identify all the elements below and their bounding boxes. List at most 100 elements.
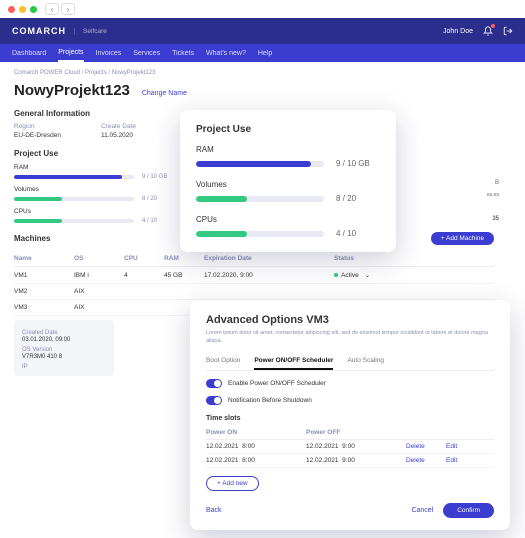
col-cpu[interactable]: CPU [124, 255, 164, 262]
pu-ram-value: 9 / 10 GB [142, 174, 167, 180]
notification-dot-icon [491, 24, 495, 28]
toggle-enable-scheduler-label: Enable Power ON/OFF Scheduler [228, 380, 326, 387]
ts-edit-link[interactable]: Edit [446, 457, 476, 464]
add-machine-button[interactable]: + Add Machine [431, 232, 494, 245]
timeslot-row: 12.02.2021 8:00 12.02.2021 9:00 Delete E… [206, 440, 494, 454]
region-label: Region [14, 123, 61, 130]
detail-ip-h: IP [22, 364, 106, 370]
cell-os: IBM i [74, 272, 124, 279]
cell-name: VM3 [14, 304, 74, 311]
ts-delete-link[interactable]: Delete [406, 457, 446, 464]
mac-close-icon[interactable] [8, 6, 15, 13]
created-label: Create Date [101, 123, 136, 130]
cell-os: AIX [74, 288, 124, 295]
ts-col-off: Power OFF [306, 429, 406, 436]
col-ram[interactable]: RAM [164, 255, 204, 262]
page-title: NowyProjekt123 [14, 82, 130, 99]
nav-tickets[interactable]: Tickets [172, 46, 194, 61]
pu-card-vol-bar [196, 196, 324, 202]
crumb-projects[interactable]: Projects [85, 70, 107, 76]
pu-card-cpu-value: 4 / 10 [336, 229, 356, 238]
toggle-notification[interactable] [206, 396, 222, 405]
pu-card-ram-label: RAM [196, 145, 380, 154]
pu-card-ram-bar [196, 161, 324, 167]
cell-os: AIX [74, 304, 124, 311]
pu-card-vol-label: Volumes [196, 180, 380, 189]
breadcrumb: Comarch POWER Cloud / Projects / NowyPro… [14, 70, 511, 76]
pu-card-title: Project Use [196, 124, 380, 135]
adv-tabs: Boot Option Power ON/OFF Scheduler Auto … [206, 353, 494, 371]
table-row[interactable]: VM2 AIX [14, 284, 494, 300]
col-exp[interactable]: Expiration Date [204, 255, 264, 262]
pu-card-ram-value: 9 / 10 GB [336, 159, 370, 168]
main-nav: Dashboard Projects Invoices Services Tic… [0, 44, 525, 62]
tab-power-scheduler[interactable]: Power ON/OFF Scheduler [254, 353, 333, 370]
status-cell[interactable]: Active ⌄ [334, 271, 394, 279]
nav-back-button[interactable]: ‹ [45, 3, 59, 15]
pu-vol-value: 8 / 20 [142, 196, 157, 202]
nav-whatsnew[interactable]: What's new? [206, 46, 246, 61]
pu-ram-bar [14, 175, 134, 179]
mac-titlebar: ‹ › [0, 0, 525, 18]
ts-col-on: Power ON [206, 429, 306, 436]
detail-created: 03.01.2020, 09:00 [22, 337, 106, 343]
nav-services[interactable]: Services [133, 46, 160, 61]
table-row[interactable]: VM1 IBM i 4 45 GB 17.02.2020, 9:00 Activ… [14, 267, 494, 284]
cell-cpu: 4 [124, 272, 164, 279]
mac-minimize-icon[interactable] [19, 6, 26, 13]
adv-title: Advanced Options VM3 [206, 314, 494, 326]
crumb-current: NowyProjekt123 [112, 70, 156, 76]
nav-dashboard[interactable]: Dashboard [12, 46, 46, 61]
cell-exp: 17.02.2020, 9:00 [204, 272, 264, 279]
adv-description: Lorem ipsum dolor sit amet, consectetur … [206, 330, 494, 345]
pu-vol-bar [14, 197, 134, 201]
back-button[interactable]: Back [206, 507, 222, 514]
confirm-button[interactable]: Confirm [443, 503, 494, 518]
toggle-enable-scheduler[interactable] [206, 379, 222, 388]
status-dot-icon [334, 273, 338, 277]
project-use-card: Project Use RAM 9 / 10 GB Volumes 8 / 20… [180, 110, 396, 252]
timeslots-heading: Time slots [206, 415, 494, 422]
col-status[interactable]: Status [334, 255, 394, 262]
col-name[interactable]: Name [14, 255, 74, 262]
cell-name: VM2 [14, 288, 74, 295]
advanced-options-card: Advanced Options VM3 Lorem ipsum dolor s… [190, 300, 510, 530]
nav-help[interactable]: Help [258, 46, 272, 61]
crumb-root[interactable]: Comarch POWER Cloud [14, 70, 80, 76]
detail-osver-h: OS Version [22, 347, 106, 353]
pu-card-cpu-label: CPUs [196, 215, 380, 224]
nav-invoices[interactable]: Invoices [96, 46, 122, 61]
chevron-down-icon: ⌄ [365, 271, 370, 279]
brand-subtitle: Selfcare [74, 28, 107, 35]
nav-forward-button[interactable]: › [61, 3, 75, 15]
pu-cpu-bar [14, 219, 134, 223]
cell-name: VM1 [14, 272, 74, 279]
ts-edit-link[interactable]: Edit [446, 443, 476, 450]
timeslot-row: 12.02.2021 8:00 12.02.2021 9:00 Delete E… [206, 454, 494, 468]
app-topbar: COMARCH Selfcare John Doe [0, 18, 525, 44]
col-os[interactable]: OS [74, 255, 124, 262]
bell-icon[interactable] [483, 26, 493, 36]
cell-ram: 45 GB [164, 272, 204, 279]
pu-card-vol-value: 8 / 20 [336, 194, 356, 203]
nav-projects[interactable]: Projects [58, 45, 83, 62]
detail-osver: V7R3M0 410 8 [22, 354, 106, 360]
change-name-link[interactable]: Change Name [142, 90, 187, 97]
ts-delete-link[interactable]: Delete [406, 443, 446, 450]
tab-auto-scaling[interactable]: Auto Scaling [347, 353, 384, 370]
tab-boot-option[interactable]: Boot Option [206, 353, 240, 370]
logout-icon[interactable] [503, 26, 513, 36]
pu-cpu-value: 4 / 10 [142, 218, 157, 224]
pu-card-cpu-bar [196, 231, 324, 237]
detail-created-h: Created Date [22, 330, 106, 336]
cancel-button[interactable]: Cancel [411, 507, 433, 514]
add-new-timeslot-button[interactable]: + Add new [206, 476, 259, 491]
machine-detail-panel: Created Date 03.01.2020, 09:00 OS Versio… [14, 320, 114, 376]
machines-heading: Machines [14, 234, 50, 243]
created-value: 11.05.2020 [101, 132, 136, 139]
user-name[interactable]: John Doe [443, 28, 473, 35]
right-fragment: B es.es 35 [441, 180, 499, 222]
brand-logo: COMARCH [12, 26, 66, 36]
mac-zoom-icon[interactable] [30, 6, 37, 13]
toggle-notification-label: Notification Before Shutdown [228, 397, 312, 404]
